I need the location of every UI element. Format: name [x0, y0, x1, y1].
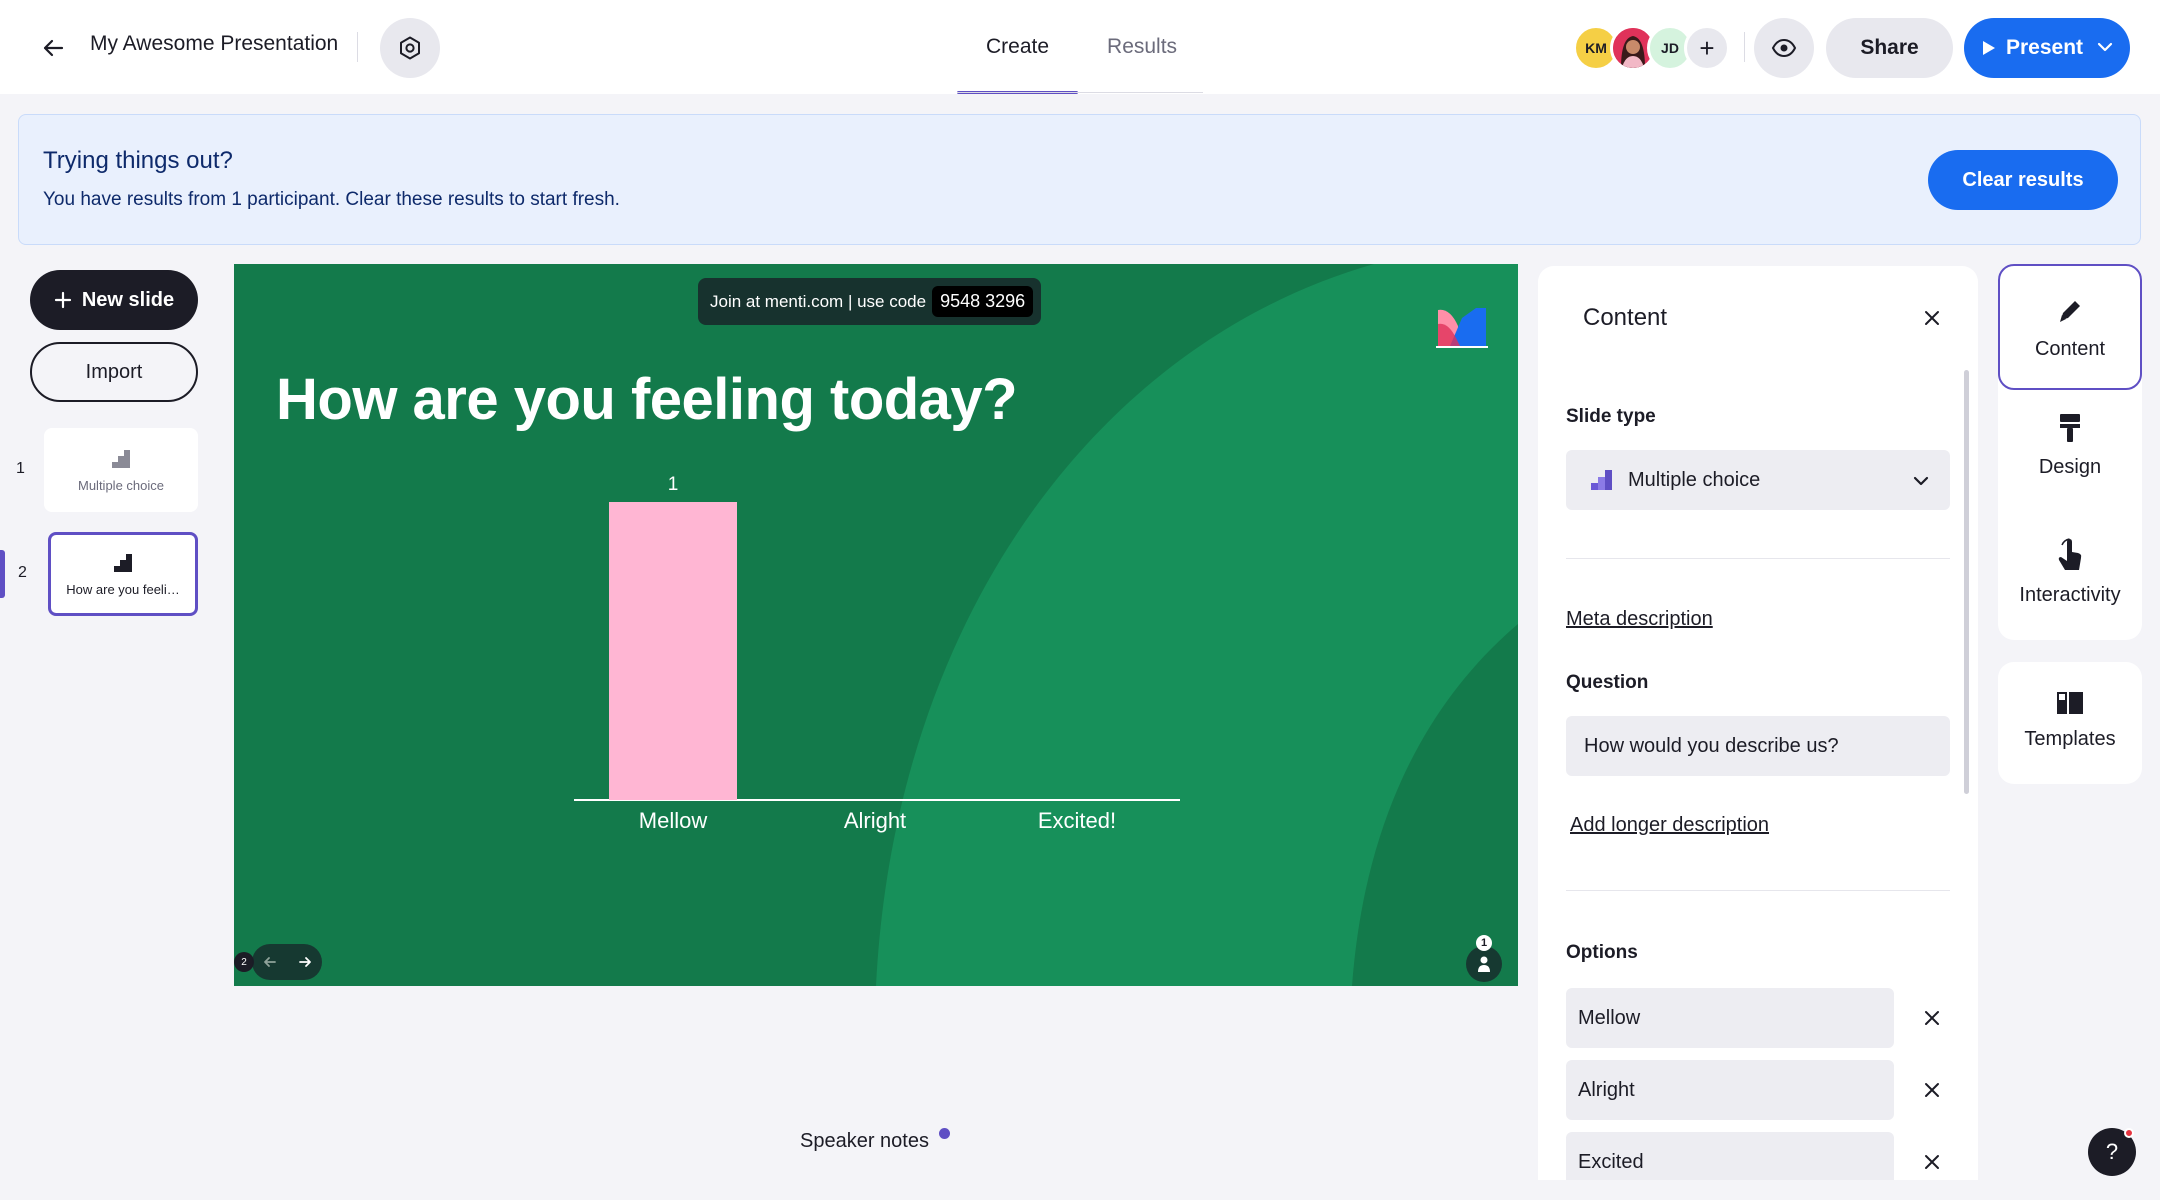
results-bar-chart: 1 Mellow Alright Excited! [574, 474, 1180, 833]
rail-templates-button[interactable]: Templates [1998, 690, 2142, 751]
new-slide-button[interactable]: New slide [30, 270, 198, 330]
slide-canvas[interactable]: Join at menti.com | use code 9548 3296 H… [234, 264, 1518, 986]
slide-thumbnail[interactable]: How are you feeli… [48, 532, 198, 616]
new-slide-label: New slide [81, 288, 175, 311]
divider [1566, 558, 1950, 559]
chart-bar [609, 502, 737, 800]
tabs-underline [957, 92, 1203, 93]
back-button[interactable] [30, 28, 76, 68]
chart-category-label: Alright [844, 808, 906, 833]
slide-thumbnail-label: How are you feeli… [66, 581, 180, 597]
divider [357, 32, 358, 62]
rail-interactivity-button[interactable]: Interactivity [1998, 538, 2142, 607]
arrow-left-icon[interactable] [263, 955, 277, 969]
slide-number: 1 [16, 460, 25, 477]
option-input[interactable]: Alright [1566, 1060, 1894, 1120]
play-icon [1983, 41, 1995, 55]
import-button[interactable]: Import [30, 342, 198, 402]
divider [1566, 890, 1950, 891]
multiple-choice-icon [112, 449, 130, 468]
paint-roller-icon [2060, 414, 2080, 442]
slide-number: 2 [18, 564, 27, 581]
option-input[interactable]: Excited [1566, 1132, 1894, 1180]
plus-icon [54, 291, 71, 309]
option-input[interactable]: Mellow [1566, 988, 1894, 1048]
collaborator-avatars: KM JD + [1573, 25, 1730, 71]
results-banner: Trying things out? You have results from… [18, 114, 2141, 245]
slide-navigation: 2 [234, 944, 322, 980]
rail-interactivity-label: Interactivity [2019, 584, 2121, 606]
preview-button[interactable] [1754, 18, 1814, 78]
close-icon [1925, 1083, 1939, 1097]
person-icon [1478, 956, 1490, 972]
notes-indicator-dot [939, 1128, 950, 1139]
rail-templates-label: Templates [2024, 728, 2116, 750]
arrow-left-icon [43, 39, 64, 57]
divider [1744, 32, 1745, 62]
slide-type-value: Multiple choice [1628, 468, 1761, 491]
meta-description-link[interactable]: Meta description [1566, 608, 1713, 631]
question-input[interactable]: How would you describe us? [1566, 716, 1950, 776]
tool-rail: Content Design Interactivity [1998, 264, 2142, 640]
question-label: Question [1566, 672, 1649, 693]
chevron-down-icon [1913, 476, 1929, 486]
share-button[interactable]: Share [1826, 18, 1953, 78]
arrow-right-icon[interactable] [298, 955, 312, 969]
remove-option-button[interactable] [1912, 1070, 1952, 1110]
multiple-choice-icon [1591, 470, 1612, 490]
touch-hand-icon [2058, 538, 2082, 570]
content-panel: Content Slide type Multiple choice Meta … [1538, 266, 1978, 1180]
gear-icon [400, 36, 420, 60]
pencil-icon [2060, 301, 2080, 322]
slide-page-number: 2 [234, 952, 254, 972]
slide-nav-arrows[interactable] [252, 944, 322, 980]
templates-icon [2057, 692, 2083, 714]
chart-data-label: 1 [668, 474, 679, 495]
close-icon [1925, 1011, 1939, 1025]
add-collaborator-button[interactable]: + [1684, 25, 1730, 71]
rail-content-button[interactable]: Content [1998, 264, 2142, 390]
remove-option-button[interactable] [1912, 998, 1952, 1038]
banner-title: Trying things out? [43, 147, 233, 174]
slide-type-label: Slide type [1566, 406, 1656, 427]
notification-dot [2124, 1128, 2134, 1138]
templates-card: Templates [1998, 662, 2142, 784]
present-button[interactable]: Present [1964, 18, 2130, 78]
settings-button[interactable] [380, 18, 440, 78]
rail-content-label: Content [2034, 338, 2106, 360]
chart-category-label: Mellow [639, 808, 708, 833]
present-label: Present [2006, 36, 2084, 59]
options-label: Options [1566, 942, 1638, 963]
slide-type-select[interactable]: Multiple choice [1566, 450, 1950, 510]
participant-count: 1 [1476, 935, 1492, 951]
eye-icon [1771, 38, 1797, 58]
top-bar: My Awesome Presentation Create Results K… [0, 0, 2160, 94]
banner-text: You have results from 1 participant. Cle… [43, 189, 620, 210]
remove-option-button[interactable] [1912, 1142, 1952, 1180]
rail-design-label: Design [2038, 456, 2102, 478]
clear-results-button[interactable]: Clear results [1928, 150, 2118, 210]
multiple-choice-icon [114, 553, 132, 572]
selected-slide-marker [0, 550, 5, 598]
presentation-title[interactable]: My Awesome Presentation [90, 32, 338, 56]
add-description-link[interactable]: Add longer description [1570, 814, 1769, 837]
chart-category-label: Excited! [1038, 808, 1116, 833]
panel-title: Content [1583, 304, 1668, 331]
view-tabs: Create Results [957, 0, 1206, 94]
close-icon [1925, 311, 1939, 325]
panel-scrollbar[interactable] [1964, 370, 1969, 794]
speaker-notes-button[interactable]: Speaker notes [800, 1130, 929, 1153]
rail-design-button[interactable]: Design [1998, 412, 2142, 479]
slide-thumbnail[interactable]: Multiple choice [44, 428, 198, 512]
close-icon [1925, 1155, 1939, 1169]
participant-indicator [1466, 946, 1502, 982]
slide-thumbnail-label: Multiple choice [78, 477, 164, 493]
close-panel-button[interactable] [1912, 298, 1952, 338]
chevron-down-icon[interactable] [2096, 38, 2114, 56]
tab-create[interactable]: Create [957, 0, 1079, 94]
tab-results[interactable]: Results [1078, 0, 1206, 94]
